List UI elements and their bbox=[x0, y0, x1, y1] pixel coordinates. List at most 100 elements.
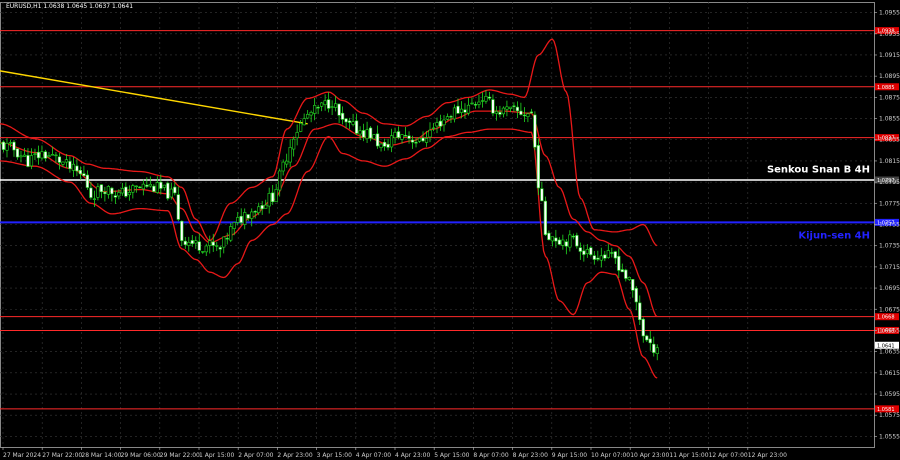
candle-body bbox=[554, 237, 558, 242]
candle-body bbox=[120, 188, 124, 194]
candle-body bbox=[452, 107, 457, 120]
candle-body bbox=[309, 112, 313, 116]
x-tick-label: 11 Apr 15:00 bbox=[669, 452, 708, 459]
candle-body bbox=[431, 127, 436, 130]
y-tick-label: 1.0635 bbox=[879, 349, 900, 356]
candle-body bbox=[61, 161, 65, 165]
candle-body bbox=[47, 155, 51, 157]
candle-body bbox=[138, 186, 142, 189]
candle-body bbox=[424, 138, 429, 143]
candle-body bbox=[449, 116, 453, 118]
candle-body bbox=[250, 211, 254, 219]
candle-body bbox=[260, 205, 264, 210]
x-tick-label: 8 Apr 07:00 bbox=[473, 452, 508, 459]
candle-body bbox=[466, 104, 471, 114]
candle-body bbox=[257, 206, 261, 213]
candle-body bbox=[176, 194, 180, 220]
candle-body bbox=[508, 106, 513, 109]
candle-body bbox=[543, 200, 547, 235]
y-tick-label: 1.0835 bbox=[879, 137, 900, 144]
candle-body bbox=[334, 103, 338, 108]
candle-body bbox=[571, 235, 575, 238]
candle-body bbox=[327, 99, 331, 109]
candle-body bbox=[442, 119, 446, 126]
candle-body bbox=[285, 160, 289, 165]
candle-body bbox=[386, 144, 390, 148]
y-tick-label: 1.0755 bbox=[879, 222, 900, 229]
candle-body bbox=[456, 105, 460, 114]
candle-body bbox=[236, 217, 240, 223]
candle-body bbox=[271, 192, 275, 203]
candle-body bbox=[222, 236, 226, 248]
candle-body bbox=[281, 161, 285, 172]
candle-body bbox=[152, 185, 156, 192]
candle-body bbox=[131, 185, 135, 193]
candle-body bbox=[278, 170, 282, 191]
candle-body bbox=[344, 118, 348, 123]
y-tick-label: 1.0935 bbox=[879, 31, 900, 38]
candle-body bbox=[400, 134, 404, 140]
candle-body bbox=[389, 135, 394, 148]
y-tick-label: 1.0855 bbox=[879, 116, 900, 123]
candle-body bbox=[421, 137, 425, 142]
x-tick-label: 9 Apr 15:00 bbox=[552, 452, 587, 459]
y-tick-label: 1.0915 bbox=[879, 52, 900, 59]
y-tick-label: 1.0555 bbox=[879, 433, 900, 440]
candle-body bbox=[274, 189, 278, 203]
candle-body bbox=[78, 169, 83, 175]
x-tick-label: 3 Apr 15:00 bbox=[317, 452, 352, 459]
candle-body bbox=[54, 154, 58, 157]
candle-body bbox=[0, 142, 2, 145]
x-tick-label: 12 Apr 07:00 bbox=[709, 452, 748, 459]
candle-body bbox=[208, 240, 212, 246]
candle-body bbox=[480, 100, 485, 102]
candle-body bbox=[232, 222, 236, 229]
candle-body bbox=[606, 250, 610, 258]
candle-body bbox=[519, 110, 523, 115]
candle-body bbox=[428, 129, 432, 138]
candle-body bbox=[379, 143, 383, 148]
candle-body bbox=[68, 161, 72, 170]
candle-body bbox=[568, 234, 572, 248]
candle-body bbox=[183, 240, 187, 245]
candle-body bbox=[288, 147, 292, 163]
candle-body bbox=[368, 127, 373, 139]
y-tick-label: 1.0675 bbox=[879, 306, 900, 313]
time-axis: 27 Mar 2024 27 Mar 22:00 28 Mar 14:00 29 Ma… bbox=[2, 447, 787, 459]
candle-body bbox=[243, 212, 247, 225]
x-tick-label: 10 Apr 23:00 bbox=[630, 452, 669, 459]
candle-body bbox=[169, 188, 173, 198]
candle-body bbox=[484, 96, 488, 102]
candle-body bbox=[71, 163, 76, 171]
candle-body bbox=[341, 112, 345, 120]
candle-body bbox=[578, 247, 582, 252]
y-tick-label: 1.0735 bbox=[879, 243, 900, 250]
candle-body bbox=[529, 111, 533, 114]
candle-body bbox=[599, 255, 603, 261]
candle-body bbox=[218, 247, 222, 250]
candle-body bbox=[264, 204, 268, 209]
candle-body bbox=[92, 198, 96, 200]
x-tick-label: 12 Apr 23:00 bbox=[748, 452, 787, 459]
candle-body bbox=[64, 159, 69, 163]
x-tick-label: 28 Mar 14:00 bbox=[81, 452, 121, 459]
candle-body bbox=[96, 186, 100, 198]
candle-body bbox=[306, 114, 310, 119]
y-tick-label: 1.0875 bbox=[879, 94, 900, 101]
candle-body bbox=[12, 141, 16, 151]
candle-body bbox=[141, 183, 145, 190]
candle-body bbox=[337, 103, 341, 116]
candle-body bbox=[229, 226, 233, 241]
candle-body bbox=[540, 188, 544, 202]
candle-body bbox=[19, 155, 23, 158]
candle-body bbox=[596, 257, 600, 260]
candle-body bbox=[473, 104, 478, 106]
candle-body bbox=[358, 130, 362, 135]
candle-body bbox=[323, 100, 327, 106]
candle-body bbox=[50, 154, 55, 156]
candle-body bbox=[585, 249, 589, 254]
level-price-label: 1.0885 bbox=[877, 85, 895, 91]
candle-body bbox=[505, 106, 509, 110]
candle-body bbox=[634, 288, 638, 303]
candle-body bbox=[267, 193, 271, 207]
